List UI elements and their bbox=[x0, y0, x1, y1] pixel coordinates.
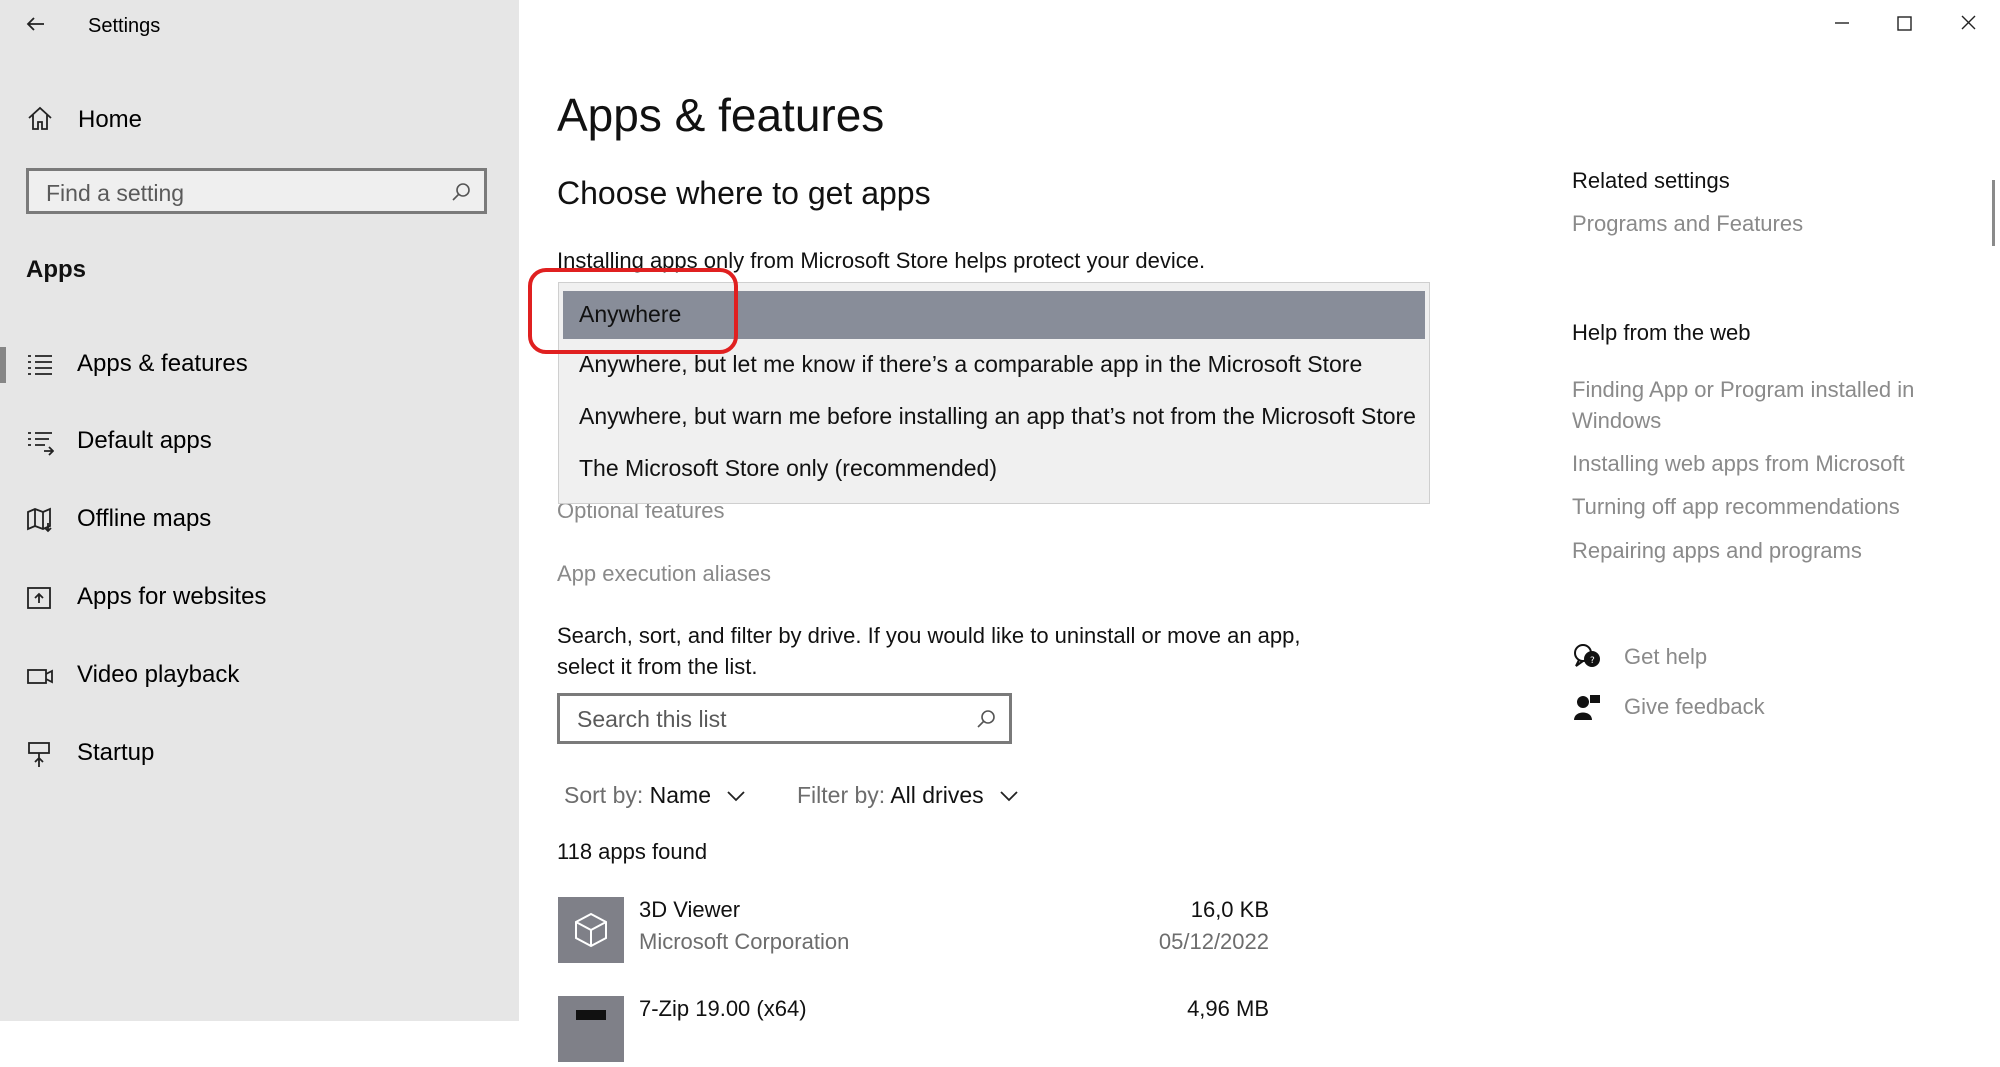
filter-value: All drives bbox=[890, 782, 984, 808]
sidebar-item-apps-for-websites[interactable]: Apps for websites bbox=[0, 568, 519, 628]
filter-label: Filter by: bbox=[797, 782, 886, 808]
app-execution-aliases-link[interactable]: App execution aliases bbox=[557, 561, 771, 587]
annotation-highlight-box bbox=[528, 268, 738, 354]
sidebar: Settings Home Find a setting Apps Apps &… bbox=[0, 0, 519, 1021]
sidebar-item-home[interactable]: Home bbox=[26, 100, 326, 140]
sidebar-item-label: Offline maps bbox=[77, 505, 212, 532]
startup-icon bbox=[26, 740, 54, 768]
home-icon bbox=[26, 104, 54, 137]
app-size: 4,96 MB bbox=[1187, 996, 1269, 1021]
search-icon[interactable] bbox=[975, 708, 997, 735]
sidebar-item-default-apps[interactable]: Default apps bbox=[0, 412, 519, 472]
back-arrow-icon[interactable] bbox=[22, 10, 50, 38]
app-name: 3D Viewer bbox=[639, 897, 741, 922]
maximize-button[interactable] bbox=[1884, 8, 1924, 38]
apps-for-websites-icon bbox=[26, 584, 54, 612]
sidebar-item-label: Video playback bbox=[77, 661, 240, 688]
svg-text:?: ? bbox=[1590, 656, 1595, 666]
section-title: Apps bbox=[26, 256, 86, 283]
give-feedback-link[interactable]: Give feedback bbox=[1572, 690, 1832, 724]
3d-viewer-icon bbox=[558, 897, 624, 963]
option-label: Anywhere, but let me know if there’s a c… bbox=[579, 351, 1363, 377]
home-label: Home bbox=[78, 106, 143, 133]
help-link-installing-web-apps[interactable]: Installing web apps from Microsoft bbox=[1572, 448, 1905, 479]
default-apps-icon bbox=[26, 428, 55, 456]
search-icon[interactable] bbox=[450, 181, 472, 208]
app-publisher: Microsoft Corporation bbox=[639, 929, 850, 954]
sidebar-item-label: Apps for websites bbox=[77, 583, 267, 610]
sort-dropdown[interactable]: Sort by: Name bbox=[564, 782, 747, 809]
app-name: 7-Zip 19.00 (x64) bbox=[639, 996, 807, 1021]
page-title: Apps & features bbox=[557, 89, 885, 141]
sidebar-item-label: Apps & features bbox=[77, 350, 248, 377]
minimize-button[interactable] bbox=[1822, 8, 1862, 38]
sort-label: Sort by: bbox=[564, 782, 644, 808]
option-label: The Microsoft Store only (recommended) bbox=[579, 455, 997, 481]
filter-dropdown[interactable]: Filter by: All drives bbox=[797, 782, 1020, 809]
search-list-placeholder: Search this list bbox=[577, 706, 727, 732]
sidebar-item-offline-maps[interactable]: Offline maps bbox=[0, 490, 519, 550]
sidebar-item-apps-features[interactable]: Apps & features bbox=[0, 335, 519, 395]
get-help-label: Get help bbox=[1624, 644, 1708, 669]
get-help-icon: ? bbox=[1572, 642, 1602, 672]
help-link-turning-off-recommendations[interactable]: Turning off app recommendations bbox=[1572, 491, 1900, 522]
sort-value: Name bbox=[649, 782, 712, 808]
app-list-item[interactable]: 7-Zip 19.00 (x64) 4,96 MB bbox=[557, 996, 1269, 1066]
scrollbar[interactable] bbox=[1992, 180, 1995, 246]
sidebar-item-label: Startup bbox=[77, 739, 155, 766]
section-heading: Choose where to get apps bbox=[557, 175, 931, 211]
app-date: 05/12/2022 bbox=[1158, 929, 1269, 954]
help-link-finding-app[interactable]: Finding App or Program installed in Wind… bbox=[1572, 374, 1952, 436]
chevron-down-icon bbox=[717, 782, 747, 808]
app-list-item[interactable]: 3D Viewer Microsoft Corporation 16,0 KB … bbox=[557, 897, 1269, 967]
chevron-down-icon bbox=[990, 782, 1020, 808]
7zip-icon bbox=[558, 996, 624, 1062]
programs-and-features-link[interactable]: Programs and Features bbox=[1572, 208, 1803, 239]
video-icon bbox=[26, 662, 54, 690]
app-size: 16,0 KB bbox=[1190, 897, 1269, 922]
close-button[interactable] bbox=[1948, 8, 1988, 38]
sidebar-item-label: Default apps bbox=[77, 427, 212, 454]
search-list-input[interactable]: Search this list bbox=[557, 693, 1012, 744]
get-help-link[interactable]: ? Get help bbox=[1572, 640, 1812, 674]
list-icon bbox=[26, 351, 54, 379]
find-setting-input[interactable]: Find a setting bbox=[26, 168, 487, 214]
give-feedback-icon bbox=[1572, 692, 1602, 722]
option-label: Anywhere, but warn me before installing … bbox=[579, 403, 1416, 429]
related-settings-heading: Related settings bbox=[1572, 168, 1730, 193]
apps-found-count: 118 apps found bbox=[557, 839, 708, 864]
sidebar-item-video-playback[interactable]: Video playback bbox=[0, 646, 519, 706]
dropdown-option-store-only[interactable]: The Microsoft Store only (recommended) bbox=[563, 445, 1425, 493]
give-feedback-label: Give feedback bbox=[1624, 694, 1765, 719]
search-description: Search, sort, and filter by drive. If yo… bbox=[557, 623, 1301, 679]
map-icon bbox=[26, 506, 54, 534]
sidebar-item-startup[interactable]: Startup bbox=[0, 724, 519, 784]
help-link-repairing-apps[interactable]: Repairing apps and programs bbox=[1572, 535, 1862, 566]
find-setting-placeholder: Find a setting bbox=[46, 180, 185, 206]
help-from-web-heading: Help from the web bbox=[1572, 320, 1751, 345]
window-title: Settings bbox=[88, 15, 161, 37]
dropdown-option-anywhere-warn[interactable]: Anywhere, but warn me before installing … bbox=[563, 393, 1425, 441]
